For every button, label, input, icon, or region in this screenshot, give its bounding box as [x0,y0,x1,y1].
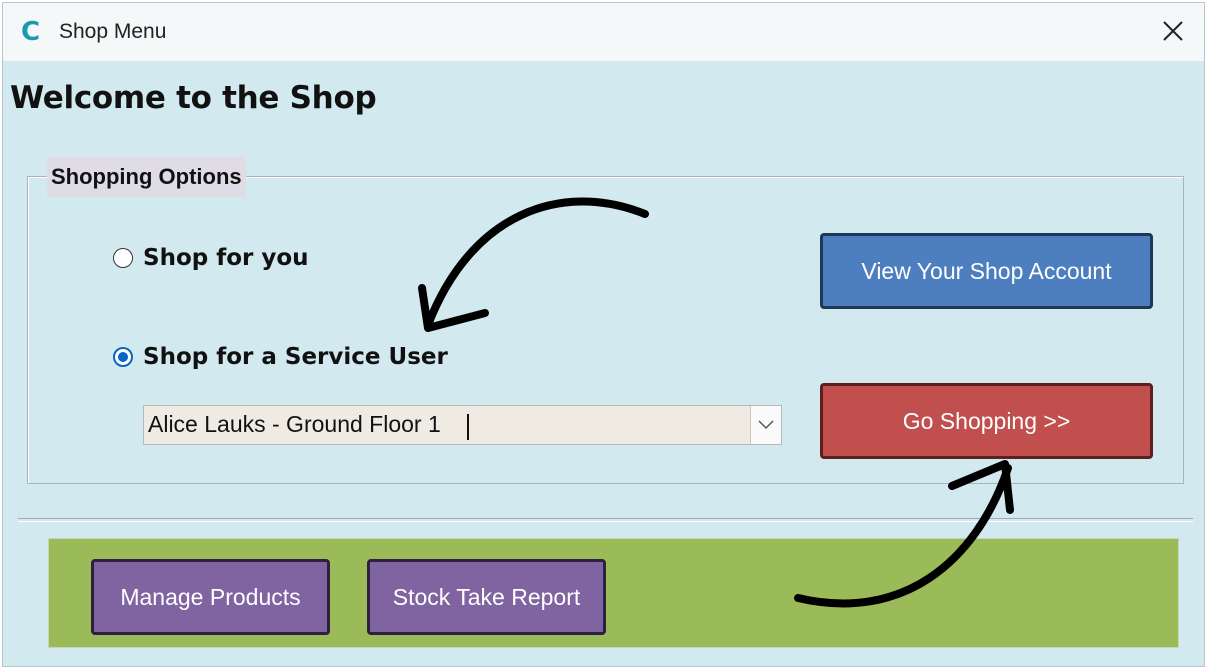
shopping-options-legend: Shopping Options [47,157,246,197]
close-icon [1163,21,1183,41]
close-button[interactable] [1144,3,1204,61]
service-user-select[interactable]: Alice Lauks - Ground Floor 1 [143,405,782,445]
stock-take-report-button[interactable]: Stock Take Report [367,559,606,635]
radio-shop-for-you-label: Shop for you [143,245,309,271]
radio-button-checked[interactable] [113,347,133,367]
radio-shop-for-service-user[interactable]: Shop for a Service User [113,344,448,370]
radio-button-unchecked[interactable] [113,248,133,268]
window-title: Shop Menu [59,20,167,43]
radio-shop-for-you[interactable]: Shop for you [113,245,309,271]
view-shop-account-button[interactable]: View Your Shop Account [820,233,1153,309]
service-user-select-value: Alice Lauks - Ground Floor 1 [148,411,441,437]
section-divider [18,518,1193,522]
radio-service-user-label: Shop for a Service User [143,344,448,370]
title-bar: C Shop Menu [3,3,1204,61]
go-shopping-button[interactable]: Go Shopping >> [820,383,1153,459]
chevron-down-icon [758,420,774,430]
manage-products-button[interactable]: Manage Products [91,559,330,635]
dropdown-button[interactable] [750,406,781,444]
text-cursor [467,414,469,440]
access-app-icon: C [21,17,41,47]
page-title: Welcome to the Shop [10,80,377,116]
